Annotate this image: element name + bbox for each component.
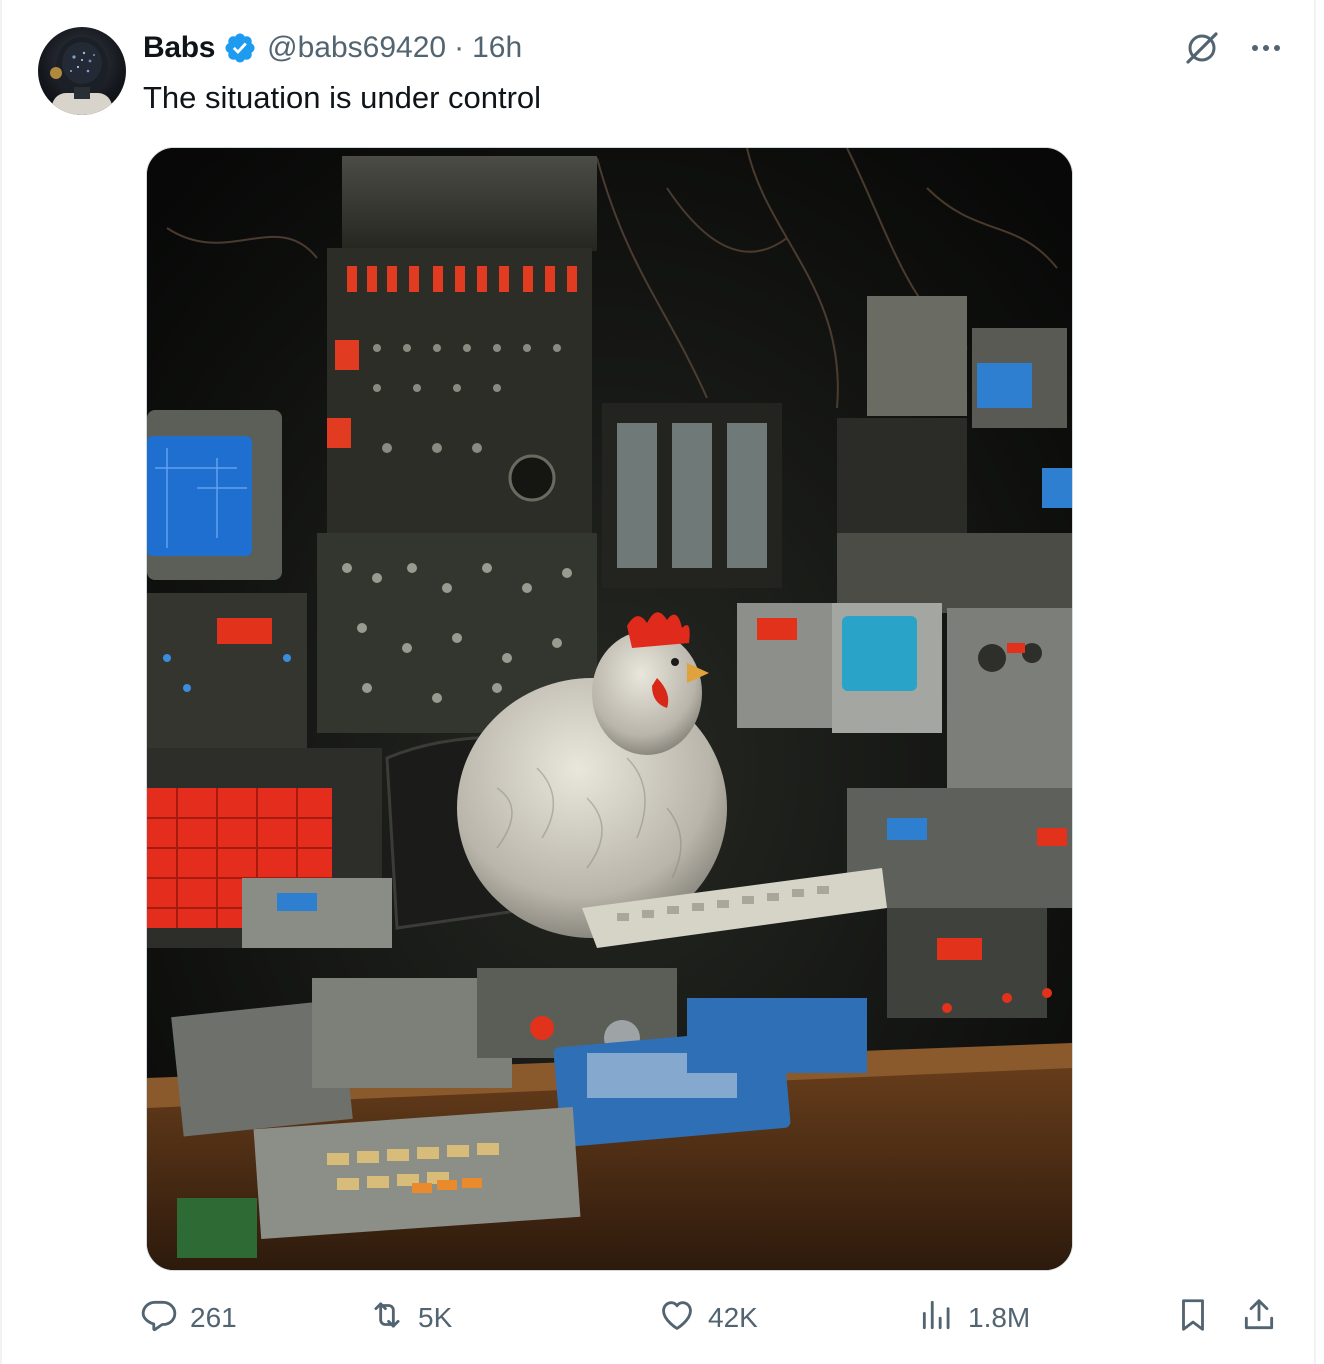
tweet-top-actions bbox=[1182, 28, 1284, 73]
bookmark-icon bbox=[1174, 1296, 1212, 1341]
tweet-time[interactable]: 16h bbox=[472, 31, 522, 65]
reply-count: 261 bbox=[190, 1302, 237, 1333]
chicken-control-room-image bbox=[147, 148, 1072, 1270]
timeline-border-right bbox=[1314, 0, 1316, 1364]
tweet-image[interactable] bbox=[146, 147, 1073, 1271]
views-count: 1.8M bbox=[968, 1302, 1031, 1333]
views-chart-icon bbox=[918, 1296, 956, 1341]
more-horizontal-icon[interactable] bbox=[1248, 30, 1284, 71]
retweet-icon bbox=[368, 1296, 406, 1341]
separator-dot: · bbox=[454, 31, 465, 64]
reply-icon bbox=[140, 1296, 178, 1341]
share-icon bbox=[1240, 1296, 1278, 1341]
tweet-text: The situation is under control bbox=[143, 80, 542, 115]
retweet-button[interactable]: 5K bbox=[368, 1296, 452, 1340]
bookmark-button[interactable] bbox=[1174, 1296, 1212, 1340]
author-handle[interactable]: @babs69420 bbox=[267, 31, 446, 65]
avatar[interactable] bbox=[38, 27, 126, 115]
retweet-count: 5K bbox=[418, 1302, 453, 1333]
author-name[interactable]: Babs bbox=[143, 31, 215, 65]
heart-icon bbox=[658, 1296, 696, 1341]
tweet-header: Babs @babs69420 · 16h bbox=[143, 28, 522, 68]
like-count: 42K bbox=[708, 1302, 758, 1333]
like-button[interactable]: 42K bbox=[658, 1296, 758, 1340]
timeline-border-left bbox=[0, 0, 2, 1364]
share-button[interactable] bbox=[1240, 1296, 1278, 1340]
views-button[interactable]: 1.8M bbox=[918, 1296, 1030, 1340]
tweet-actions: 261 5K 42K 1.8M bbox=[140, 1296, 1290, 1340]
verified-badge-icon bbox=[223, 31, 257, 65]
grok-icon[interactable] bbox=[1182, 28, 1222, 73]
reply-button[interactable]: 261 bbox=[140, 1296, 237, 1340]
